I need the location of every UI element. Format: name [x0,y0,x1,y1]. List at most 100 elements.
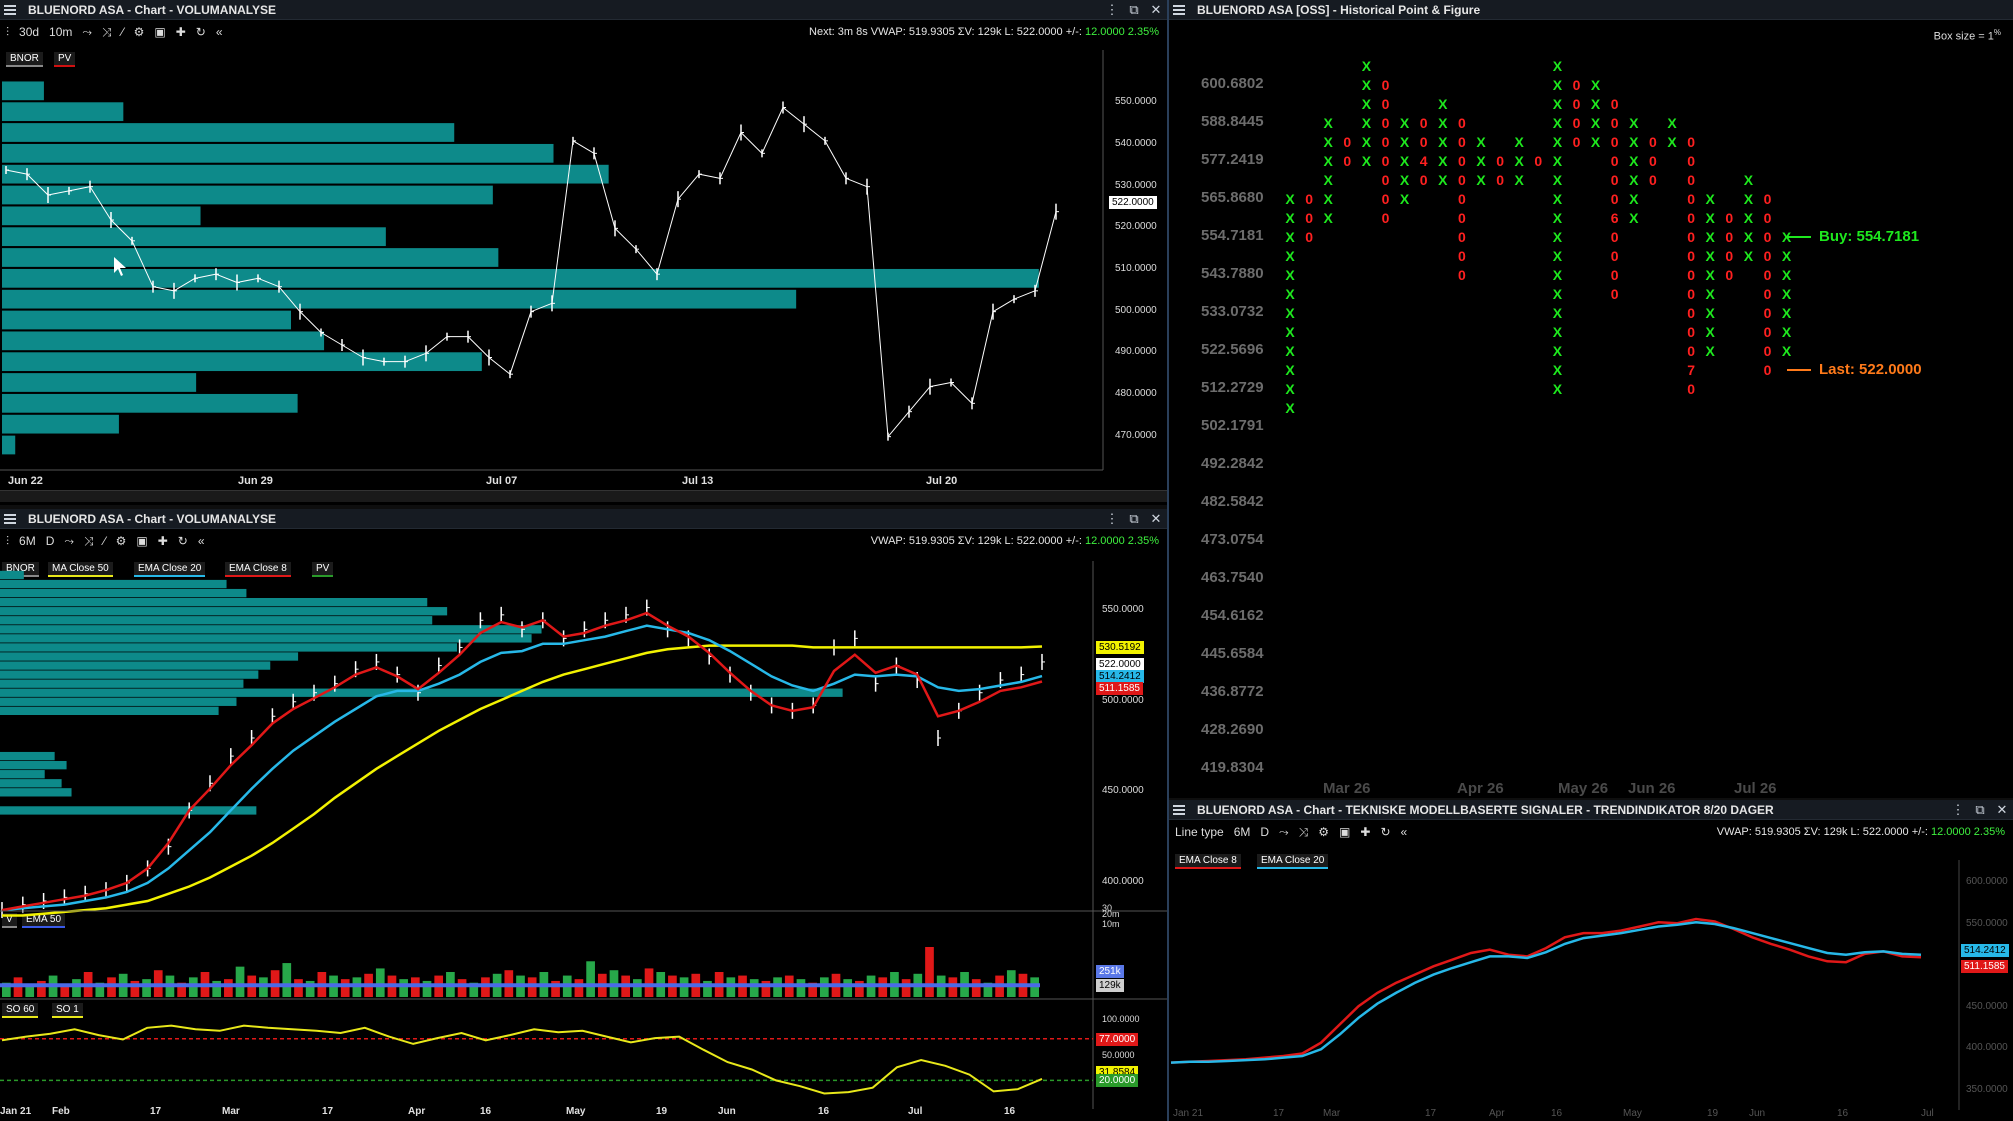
price-path-segment [299,311,322,333]
panel-volumanalyse-daily: BLUENORD ASA - Chart - VOLUMANALYSE ⋮ ⧉ … [0,509,1167,1121]
x-tick-label: Jul [908,1106,923,1117]
volume-bar [457,979,467,997]
price-path-segment [614,227,637,250]
y-tick-label: 510.0000 [1115,263,1157,274]
price-path-segment [488,357,511,375]
y-tick-label: 400.0000 [1102,875,1144,887]
volume-profile-bar [2,123,455,142]
price-path-segment [803,123,826,142]
y-tick-label: 500.0000 [1102,694,1144,706]
volume-profile-bar [2,143,554,163]
price-tag: 530.5192 [1096,640,1144,654]
x-tick-label: Jun 29 [238,475,273,487]
panel-trendindikator: BLUENORD ASA - Chart - TEKNISKE MODELLBA… [1169,800,2013,1121]
price-tag: 522.0000 [1096,657,1144,671]
x-tick-label: Jul [1921,1108,1934,1119]
price-path-segment [950,382,973,404]
so-axis-label: 100.0000 [1102,1014,1140,1024]
price-path-segment [971,311,994,404]
volume-profile-bar [0,679,244,688]
x-tick-label: Jul 13 [682,475,714,487]
y-tick-label: 550.0000 [1966,917,2008,929]
volume-bar [633,979,642,997]
price-path-segment [866,186,889,437]
volume-profile-bar [2,289,797,309]
volume-bar [843,979,853,997]
volume-bar [796,979,806,997]
x-tick-label: Apr [1489,1108,1505,1119]
price-path-segment [698,173,721,179]
price-path-segment [320,332,343,346]
volume-bar [749,979,759,997]
volume-profile-bar [0,779,62,788]
price-path-segment [719,132,742,179]
horizontal-scrollbar[interactable] [0,490,1167,502]
x-tick-label: Jun 26 [1628,780,1676,797]
volume-tag: 251k [1096,965,1124,978]
x-tick-label: Feb [52,1106,70,1117]
x-tick-label: Jul 07 [486,475,518,487]
x-tick-label: 17 [1273,1108,1285,1119]
volume-profile-bar [0,770,45,779]
price-path-segment [1034,211,1057,291]
volume-bar [375,968,385,997]
volume-profile-bar [2,414,119,434]
y-tick-label: 540.0000 [1115,138,1157,149]
volume-profile-bar [0,643,458,652]
volume-profile-bar [2,435,16,455]
volume-bar [586,961,595,997]
volume-profile-bar [2,185,493,205]
x-tick-label: 16 [1004,1106,1016,1117]
volume-profile-bar [2,102,124,122]
x-tick-label: 19 [1707,1108,1719,1119]
volume-profile-bar [2,248,499,267]
panel-divider-horizontal[interactable] [0,505,1167,509]
price-tag: 511.1585 [1961,960,2008,974]
so-tag: 77.0000 [1096,1032,1139,1046]
volume-profile-bar [0,625,542,634]
volume-profile-bar [0,788,72,797]
volume-profile-bar [0,607,448,616]
price-path-segment [908,386,931,412]
price-path-segment [509,311,532,375]
x-tick-label: Jan 21 [1173,1108,1204,1119]
x-tick-label: 16 [818,1106,830,1117]
price-path-segment [1013,290,1036,300]
price-path-segment [761,107,784,154]
price-path-segment [845,177,868,188]
volume-bar [294,979,303,997]
daily-price-chart[interactable] [0,509,1167,1121]
y-tick-label: 480.0000 [1115,388,1157,399]
buy-signal-label: Buy: 554.7181 [1819,228,1920,245]
x-tick-label: 16 [480,1106,492,1117]
volume-profile-bar [0,670,259,679]
x-tick-label: May 26 [1558,780,1609,797]
intraday-price-chart[interactable] [0,0,1167,505]
y-tick-label: 550.0000 [1102,604,1144,616]
volume-bar [925,947,934,997]
y-tick-label: 600.0000 [1966,876,2008,888]
price-path-segment [656,199,679,275]
volume-bar [340,979,350,997]
y-tick-label: 520.0000 [1115,221,1157,233]
x-tick-label: Apr 26 [1457,780,1504,797]
x-tick-label: Jul 20 [926,475,958,487]
x-tick-label: Jan 21 [0,1106,32,1117]
x-tick-label: 16 [1551,1108,1563,1119]
trend-indicator-chart[interactable] [1169,800,2013,1121]
x-tick-label: Jun [1749,1108,1766,1119]
volume-profile-bar [0,761,67,770]
so-line [1,1024,1043,1095]
x-tick-label: Mar [222,1106,240,1117]
x-tick-label: May [1623,1108,1642,1119]
x-tick-label: Jun 22 [8,475,43,487]
price-path-segment [593,153,616,229]
volume-bar [901,979,911,997]
volume-profile-bar [2,227,386,247]
pf-annotation-lines [1787,236,1811,371]
price-path-segment [887,411,910,437]
series-line [1170,921,1922,1064]
y-tick-label: 490.0000 [1115,346,1157,358]
volume-profile-bar [2,206,201,226]
price-path-segment [824,140,847,179]
